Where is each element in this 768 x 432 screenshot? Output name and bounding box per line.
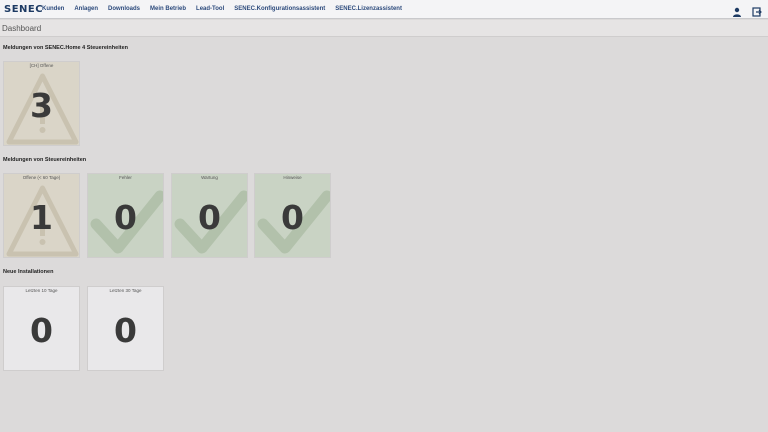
tile-wartung[interactable]: Wartung 0 [171,173,248,258]
tile-label: Fehler [119,175,132,180]
user-icon[interactable] [732,4,742,17]
tile-label: [CH] Offene [29,63,54,68]
tile-label: Letzten 30 Tage [109,288,142,293]
section-title-senec-home4: Meldungen von SENEC.Home 4 Steuereinheit… [3,45,128,51]
nav-item-mein-betrieb[interactable]: Mein Betrieb [150,6,186,12]
tile-value: 0 [198,198,221,237]
tile-hinweise[interactable]: Hinweise 0 [254,173,331,258]
tile-label: Letzten 10 Tage [25,288,58,293]
logout-icon[interactable] [752,4,762,17]
tile-letzten-10-tage[interactable]: Letzten 10 Tage 0 [3,286,80,371]
nav-item-lead-tool[interactable]: Lead-Tool [196,6,224,12]
page-title: Dashboard [2,23,42,33]
tile-label: Offene (< 60 Tage) [22,175,61,180]
tile-ch-offene[interactable]: [CH] Offene 3 [3,61,80,146]
tile-fehler[interactable]: Fehler 0 [87,173,164,258]
nav-item-anlagen[interactable]: Anlagen [74,6,98,12]
main-nav: Kunden Anlagen Downloads Mein Betrieb Le… [42,6,412,12]
top-navbar: SENEC Kunden Anlagen Downloads Mein Betr… [0,0,768,19]
section-title-steuereinheiten: Meldungen von Steuereinheiten [3,157,87,163]
page-header: Dashboard [0,20,768,37]
tile-value: 0 [281,198,304,237]
tile-value: 0 [114,311,137,350]
nav-actions [732,4,762,17]
nav-item-lizenzassistent[interactable]: SENEC.Lizenzassistent [335,6,402,12]
tile-label: Hinweise [283,175,302,180]
nav-item-kunden[interactable]: Kunden [42,6,64,12]
section-title-neue-installationen: Neue Installationen [3,269,54,275]
tile-value: 3 [30,86,53,125]
tile-value: 0 [114,198,137,237]
nav-item-konfigurationsassistent[interactable]: SENEC.Konfigurationsassistent [234,6,325,12]
nav-item-downloads[interactable]: Downloads [108,6,140,12]
tile-label: Wartung [201,175,218,180]
tile-offene-60-tage[interactable]: Offene (< 60 Tage) 1 [3,173,80,258]
senec-logo[interactable]: SENEC [4,4,43,15]
tile-letzten-30-tage[interactable]: Letzten 30 Tage 0 [87,286,164,371]
tile-value: 0 [30,311,53,350]
tile-value: 1 [30,198,53,237]
